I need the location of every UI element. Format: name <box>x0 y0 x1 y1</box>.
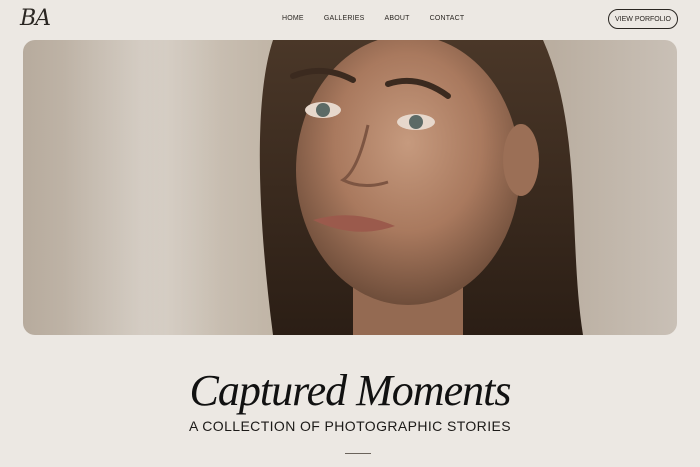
page-subtitle: A COLLECTION OF PHOTOGRAPHIC STORIES <box>189 418 511 434</box>
nav-item-galleries[interactable]: GALLERIES <box>324 15 365 22</box>
nav-item-contact[interactable]: CONTACT <box>430 15 465 22</box>
logo[interactable]: BA <box>20 6 51 31</box>
view-portfolio-button[interactable]: VIEW PORFOLIO <box>608 9 678 29</box>
main-nav: HOME GALLERIES ABOUT CONTACT <box>282 15 484 22</box>
hero-image <box>23 40 677 335</box>
divider <box>345 453 371 454</box>
page-title: Captured Moments <box>189 366 512 415</box>
nav-item-home[interactable]: HOME <box>282 15 304 22</box>
nav-item-about[interactable]: ABOUT <box>385 15 410 22</box>
